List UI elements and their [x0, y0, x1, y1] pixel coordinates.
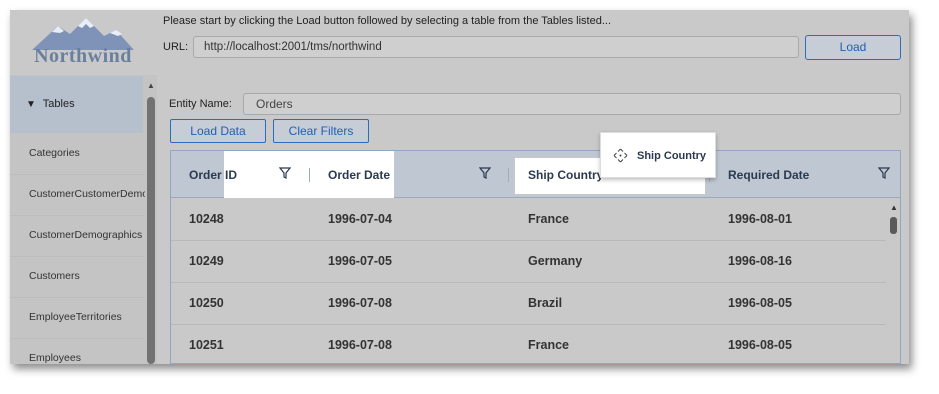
- entity-name-input[interactable]: Orders: [243, 93, 901, 115]
- cell-order-date: 1996-07-08: [328, 296, 392, 310]
- cell-ship-country: Germany: [528, 254, 583, 268]
- move-icon: [613, 148, 628, 163]
- drag-column-chip[interactable]: Ship Country: [600, 132, 716, 178]
- column-header-ship-country[interactable]: Ship Country: [528, 168, 603, 182]
- cell-required-date: 1996-08-16: [728, 254, 792, 268]
- cell-order-date: 1996-07-05: [328, 254, 392, 268]
- cell-order-id: 10248: [189, 212, 224, 226]
- tables-header[interactable]: ▼ Tables: [10, 76, 143, 133]
- main-panel: Entity Name: Orders Load Data Clear Filt…: [162, 75, 909, 364]
- clear-filters-button[interactable]: Clear Filters: [273, 119, 369, 143]
- sidebar-item-employees[interactable]: Employees: [10, 339, 145, 364]
- url-input[interactable]: http://localhost:2001/tms/northwind: [193, 36, 799, 58]
- table-row[interactable]: 10250 1996-07-08 Brazil 1996-08-05: [171, 283, 886, 325]
- cell-ship-country: France: [528, 212, 569, 226]
- northwind-logo: Northwind: [28, 14, 138, 70]
- grid-scroll-thumb[interactable]: [890, 217, 897, 234]
- load-data-button[interactable]: Load Data: [170, 119, 266, 143]
- sidebar-item-customerdemographics[interactable]: CustomerDemographics: [10, 216, 145, 257]
- scroll-up-icon[interactable]: ▲: [890, 203, 898, 212]
- table-row[interactable]: 10248 1996-07-04 France 1996-08-01: [171, 199, 886, 241]
- cell-order-id: 10250: [189, 296, 224, 310]
- app-window: Northwind Please start by clicking the L…: [10, 10, 909, 364]
- scroll-up-icon[interactable]: ▲: [147, 81, 155, 90]
- cell-ship-country: France: [528, 338, 569, 352]
- tables-label: Tables: [42, 98, 75, 110]
- cell-required-date: 1996-08-01: [728, 212, 792, 226]
- drag-chip-label: Ship Country: [637, 150, 707, 162]
- column-separator: [309, 168, 310, 182]
- triangle-down-icon: ▼: [26, 99, 36, 110]
- cell-order-id: 10249: [189, 254, 224, 268]
- tables-sidebar: ▼ Tables Categories CustomerCustomerDemo…: [10, 75, 157, 364]
- cell-required-date: 1996-08-05: [728, 296, 792, 310]
- column-header-order-id[interactable]: Order ID: [189, 168, 237, 182]
- logo-text: Northwind: [34, 45, 132, 67]
- cell-order-date: 1996-07-04: [328, 212, 392, 226]
- column-header-required-date[interactable]: Required Date: [728, 168, 809, 182]
- entity-name-label: Entity Name:: [169, 98, 232, 110]
- cell-ship-country: Brazil: [528, 296, 563, 310]
- sidebar-scrollbar[interactable]: ▲: [146, 75, 157, 364]
- cell-required-date: 1996-08-05: [728, 338, 792, 352]
- sidebar-scroll-thumb[interactable]: [147, 97, 155, 364]
- filter-icon[interactable]: [479, 167, 491, 179]
- column-header-order-date[interactable]: Order Date: [328, 168, 390, 182]
- instruction-text: Please start by clicking the Load button…: [163, 15, 611, 27]
- data-grid: Order ID Order Date Ship Country Require…: [170, 150, 901, 364]
- grid-scrollbar[interactable]: ▲: [887, 199, 900, 363]
- sidebar-item-customercustomerdemo[interactable]: CustomerCustomerDemo: [10, 175, 145, 216]
- table-row[interactable]: 10249 1996-07-05 Germany 1996-08-16: [171, 241, 886, 283]
- column-separator: [508, 168, 509, 182]
- load-button[interactable]: Load: [805, 35, 901, 60]
- sidebar-item-customers[interactable]: Customers: [10, 257, 145, 298]
- grid-header: Order ID Order Date Ship Country Require…: [171, 151, 900, 198]
- cell-order-id: 10251: [189, 338, 224, 352]
- sidebar-item-categories[interactable]: Categories: [10, 134, 145, 175]
- table-row[interactable]: 10251 1996-07-08 France 1996-08-05: [171, 325, 886, 363]
- sidebar-item-employeeterritories[interactable]: EmployeeTerritories: [10, 298, 145, 339]
- filter-icon[interactable]: [279, 167, 291, 179]
- url-label: URL:: [163, 41, 189, 53]
- filter-icon[interactable]: [878, 167, 890, 179]
- cell-order-date: 1996-07-08: [328, 338, 392, 352]
